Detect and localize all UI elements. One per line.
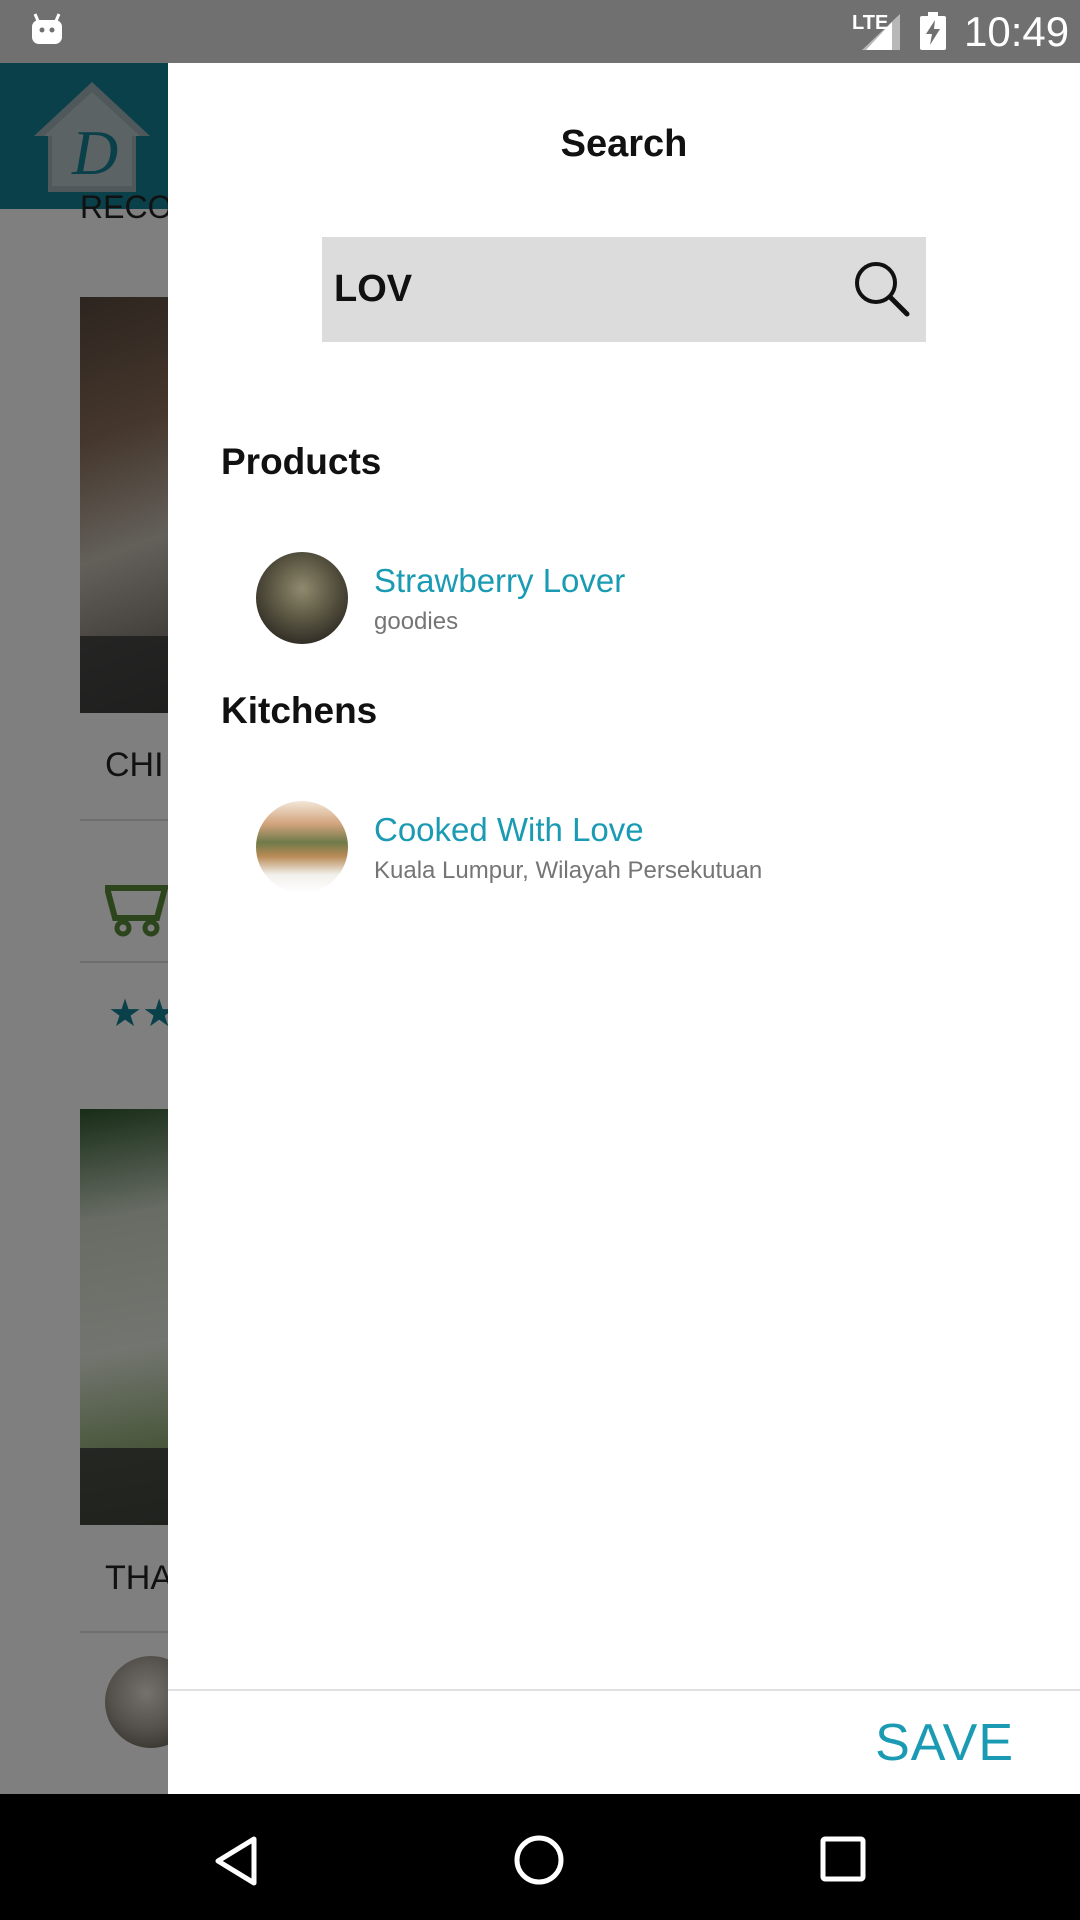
back-icon[interactable]	[214, 1836, 258, 1886]
status-bar: LTE 10:49	[0, 0, 1080, 63]
recents-icon[interactable]	[820, 1836, 866, 1882]
navigation-bar	[0, 1794, 1080, 1920]
battery-charging-icon	[920, 12, 946, 50]
android-icon	[32, 13, 62, 44]
kitchen-thumbnail	[256, 801, 348, 893]
save-button[interactable]: SAVE	[875, 1713, 1014, 1773]
divider	[168, 1689, 1080, 1691]
search-box	[322, 237, 926, 342]
search-input[interactable]	[334, 237, 834, 342]
signal-icon	[862, 14, 900, 50]
search-icon[interactable]	[854, 261, 910, 317]
result-subtitle: goodies	[374, 608, 459, 635]
result-item-kitchen[interactable]: Cooked With Love Kuala Lumpur, Wilayah P…	[256, 801, 1016, 895]
search-drawer: Search Products Strawberry Lover goodies…	[168, 63, 1080, 1794]
clock: 10:49	[964, 8, 1070, 55]
result-name: Strawberry Lover	[374, 562, 626, 599]
result-name: Cooked With Love	[374, 811, 644, 848]
section-title-products: Products	[221, 441, 382, 482]
product-thumbnail	[256, 552, 348, 644]
result-subtitle: Kuala Lumpur, Wilayah Persekutuan	[374, 857, 763, 884]
drawer-title: Search	[560, 123, 688, 165]
home-icon[interactable]	[513, 1834, 565, 1886]
result-item-product[interactable]: Strawberry Lover goodies	[256, 552, 1016, 646]
section-title-kitchens: Kitchens	[221, 690, 378, 731]
